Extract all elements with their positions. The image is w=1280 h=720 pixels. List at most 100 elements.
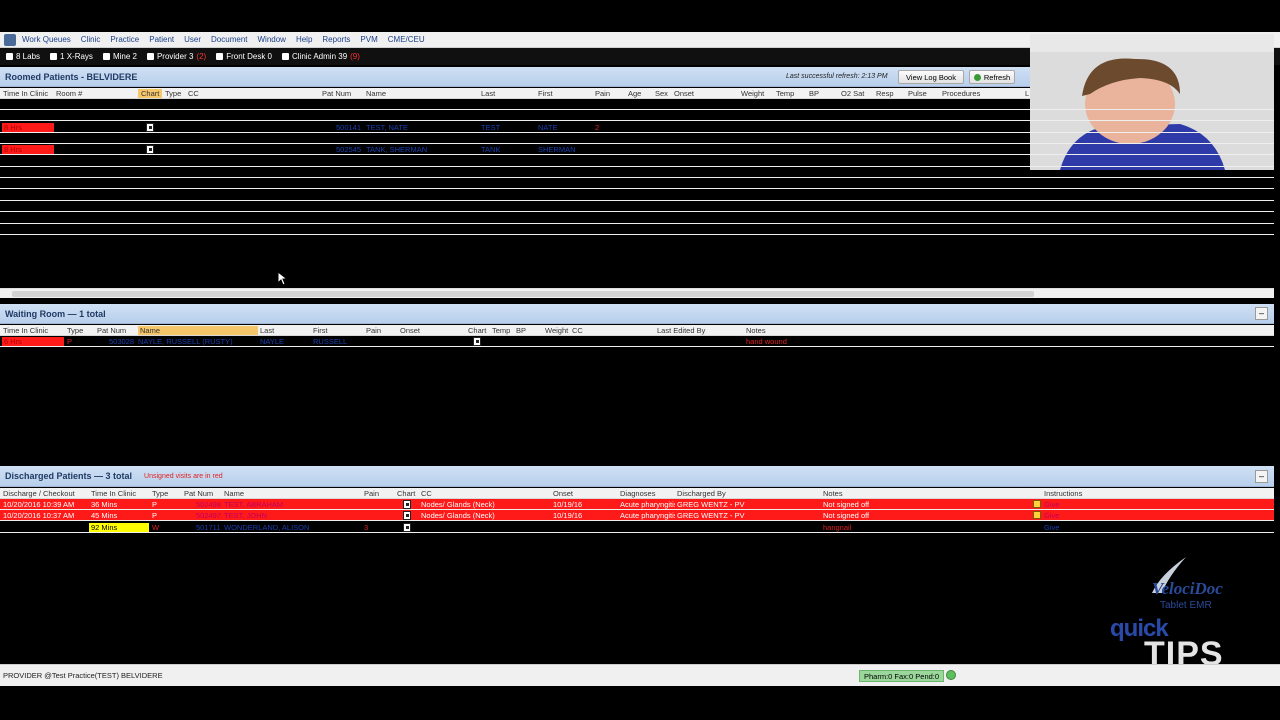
- room-row[interactable]: X-Ray: [0, 224, 1274, 235]
- roomed-col-1[interactable]: Room #: [56, 89, 82, 98]
- discharged-col-8[interactable]: Onset: [553, 489, 573, 498]
- roomed-col-3[interactable]: Type: [165, 89, 181, 98]
- roomed-col-17[interactable]: Resp: [876, 89, 894, 98]
- waiting-col-5[interactable]: First: [313, 326, 328, 335]
- view-log-book-button[interactable]: View Log Book: [898, 70, 964, 84]
- scrollbar-thumb[interactable]: [12, 291, 1034, 297]
- mine-queue[interactable]: Mine 2: [102, 52, 137, 61]
- room-name[interactable]: TANK, SHERMAN: [366, 145, 427, 154]
- room-row[interactable]: Exam 6: [0, 156, 1274, 167]
- waiting-col-6[interactable]: Pain: [366, 326, 381, 335]
- menu-window[interactable]: Window: [258, 35, 286, 44]
- menu-help[interactable]: Help: [296, 35, 312, 44]
- waiting-col-8[interactable]: Chart: [468, 326, 486, 335]
- waiting-name[interactable]: NAYLE, RUSSELL (RUSTY): [138, 337, 233, 346]
- roomed-col-20[interactable]: L: [1025, 89, 1029, 98]
- discharged-col-1[interactable]: Time In Clinic: [91, 489, 136, 498]
- chart-icon[interactable]: [403, 511, 411, 521]
- waiting-col-13[interactable]: Last Edited By: [657, 326, 705, 335]
- room-row[interactable]: Exam 4: [0, 133, 1274, 145]
- clinic-admin-queue[interactable]: Clinic Admin 39 (9): [282, 52, 360, 61]
- chart-icon[interactable]: [403, 500, 411, 509]
- room-row[interactable]: Exam 2: [0, 110, 1274, 122]
- waiting-row[interactable]: 6 Hrs P 503028 NAYLE, RUSSELL (RUSTY) NAYLE R…: [0, 336, 1274, 347]
- menu-document[interactable]: Document: [211, 35, 247, 44]
- waiting-col-12[interactable]: CC: [572, 326, 583, 335]
- room-row[interactable]: 8 Hrs Exam 5 P 502545 TANK, SHERMAN TANK SHERM…: [0, 144, 1274, 156]
- waiting-col-0[interactable]: Time In Clinic: [3, 326, 48, 335]
- roomed-col-4[interactable]: CC: [188, 89, 199, 98]
- unsigned-flag-icon[interactable]: [1033, 500, 1041, 508]
- waiting-col-14[interactable]: Notes: [746, 326, 766, 335]
- menu-cme-ceu[interactable]: CME/CEU: [388, 35, 425, 44]
- roomed-col-10[interactable]: Age: [628, 89, 641, 98]
- unsigned-flag-icon[interactable]: [1033, 511, 1041, 520]
- room-row[interactable]: Triage: [0, 201, 1274, 213]
- discharged-name[interactable]: TEST, JOHN: [224, 511, 267, 520]
- waiting-col-10[interactable]: BP: [516, 326, 526, 335]
- room-row[interactable]: Recovery: [0, 190, 1274, 201]
- provider-queue[interactable]: Provider 3 (2): [146, 52, 206, 61]
- roomed-col-14[interactable]: Temp: [776, 89, 794, 98]
- menu-practice[interactable]: Practice: [110, 35, 139, 44]
- room-row[interactable]: Exam 7: [0, 167, 1274, 179]
- roomed-col-12[interactable]: Onset: [674, 89, 694, 98]
- roomed-col-0[interactable]: Time In Clinic: [3, 89, 48, 98]
- discharged-name[interactable]: WONDERLAND, ALISON: [224, 523, 309, 532]
- discharged-row[interactable]: 10/20/2016 10:23 AM 92 Mins W 501711 WONDERL…: [0, 522, 1274, 533]
- room-row[interactable]: Virtual Encounter: [0, 213, 1274, 224]
- xrays-queue[interactable]: 1 X-Rays: [50, 52, 93, 61]
- menu-user[interactable]: User: [184, 35, 201, 44]
- room-row[interactable]: Exam 8: [0, 178, 1274, 190]
- discharged-col-7[interactable]: CC: [421, 489, 432, 498]
- discharged-col-12[interactable]: Instructions: [1044, 489, 1082, 498]
- menu-patient[interactable]: Patient: [149, 35, 174, 44]
- discharged-col-11[interactable]: Notes: [823, 489, 843, 498]
- menu-pvm[interactable]: PVM: [360, 35, 377, 44]
- discharged-col-5[interactable]: Pain: [364, 489, 379, 498]
- waiting-col-2[interactable]: Pat Num: [97, 326, 126, 335]
- waiting-col-11[interactable]: Weight: [545, 326, 568, 335]
- waiting-col-4[interactable]: Last: [260, 326, 274, 335]
- labs-queue[interactable]: 8 Labs: [6, 52, 40, 61]
- discharged-col-2[interactable]: Type: [152, 489, 168, 498]
- discharged-col-10[interactable]: Discharged By: [677, 489, 726, 498]
- refresh-button[interactable]: Refresh: [969, 70, 1015, 84]
- discharged-row[interactable]: 10/20/2016 10:39 AM 36 Mins P 502498 TEST, A…: [0, 499, 1274, 510]
- discharged-col-3[interactable]: Pat Num: [184, 489, 213, 498]
- discharged-row[interactable]: 10/20/2016 10:37 AM 45 Mins P 502497 TEST, J…: [0, 510, 1274, 522]
- roomed-horizontal-scrollbar[interactable]: [0, 288, 1274, 298]
- discharged-col-0[interactable]: Discharge / Checkout: [3, 489, 75, 498]
- waiting-col-7[interactable]: Onset: [400, 326, 420, 335]
- roomed-col-7[interactable]: Last: [481, 89, 495, 98]
- roomed-col-9[interactable]: Pain: [595, 89, 610, 98]
- waiting-col-9[interactable]: Temp: [492, 326, 510, 335]
- chart-icon[interactable]: [146, 122, 154, 132]
- menu-clinic[interactable]: Clinic: [81, 35, 101, 44]
- roomed-col-2[interactable]: Chart: [138, 89, 163, 98]
- menu-work-queues[interactable]: Work Queues: [22, 35, 71, 44]
- app-icon[interactable]: [4, 33, 16, 46]
- discharged-minimize-button[interactable]: –: [1255, 470, 1268, 483]
- roomed-col-18[interactable]: Pulse: [908, 89, 927, 98]
- menu-reports[interactable]: Reports: [322, 35, 350, 44]
- front-desk-queue[interactable]: Front Desk 0: [216, 52, 272, 61]
- pharm-fax-badge[interactable]: Pharm:0 Fax:0 Pend:0: [859, 670, 945, 682]
- roomed-col-13[interactable]: Weight: [741, 89, 764, 98]
- room-name[interactable]: TEST, NATE: [366, 123, 408, 132]
- roomed-col-6[interactable]: Name: [366, 89, 386, 98]
- room-row[interactable]: 8 Hrs Exam 3 P Sore throat (Neck) 500141 TEST…: [0, 122, 1274, 133]
- roomed-col-16[interactable]: O2 Sat: [841, 89, 864, 98]
- discharged-col-6[interactable]: Chart: [397, 489, 415, 498]
- discharged-col-4[interactable]: Name: [224, 489, 244, 498]
- room-row[interactable]: Exam 1: [0, 99, 1274, 110]
- roomed-col-8[interactable]: First: [538, 89, 553, 98]
- chart-icon[interactable]: [146, 145, 154, 155]
- waiting-col-1[interactable]: Type: [67, 326, 83, 335]
- waiting-minimize-button[interactable]: –: [1255, 307, 1268, 320]
- chart-icon[interactable]: [403, 522, 411, 532]
- roomed-col-5[interactable]: Pat Num: [322, 89, 351, 98]
- discharged-col-9[interactable]: Diagnoses: [620, 489, 655, 498]
- roomed-col-15[interactable]: BP: [809, 89, 819, 98]
- roomed-col-19[interactable]: Procedures: [942, 89, 980, 98]
